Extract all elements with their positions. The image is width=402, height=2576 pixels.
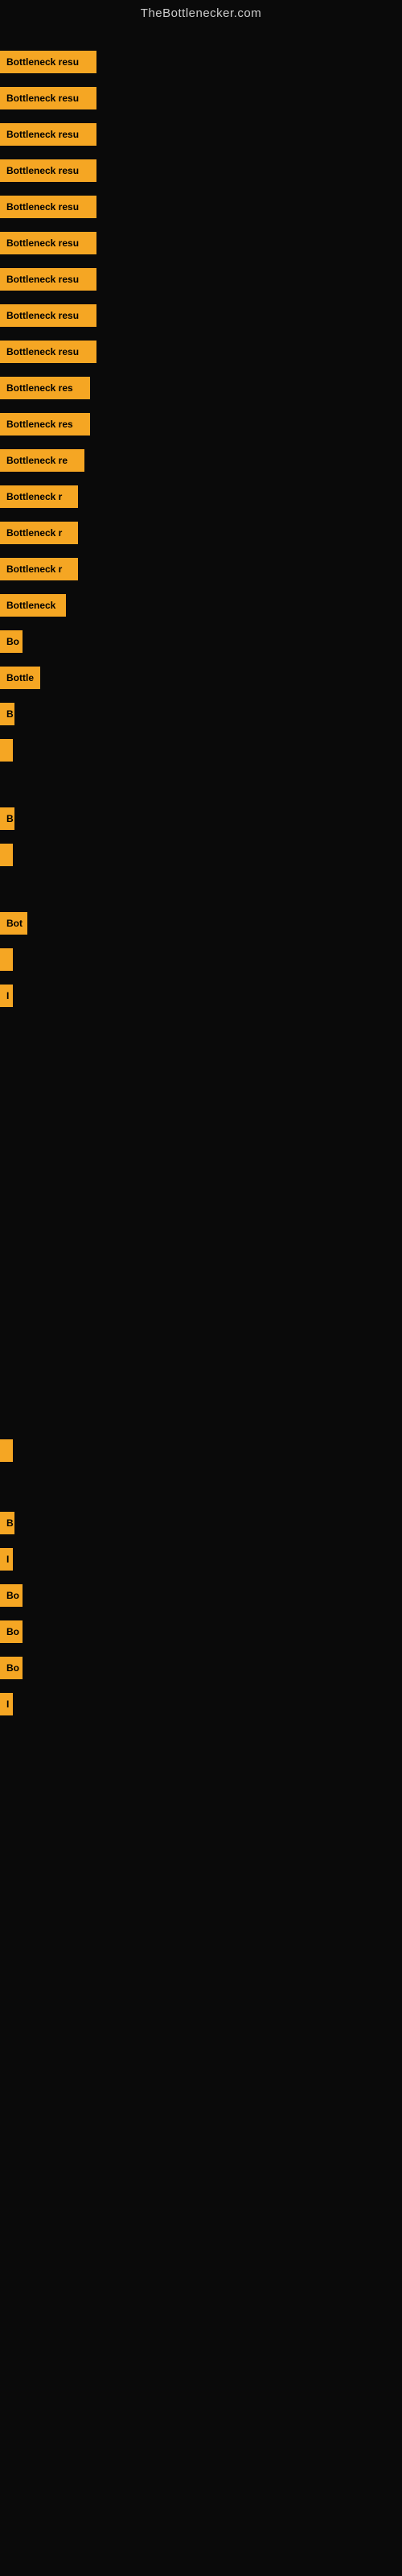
bottleneck-result-button[interactable]: Bottleneck resu: [0, 196, 96, 218]
bottleneck-result-button[interactable]: Bottleneck resu: [0, 304, 96, 327]
bottleneck-result-button[interactable]: [0, 844, 13, 866]
list-item: [0, 1439, 8, 1470]
bottleneck-result-button[interactable]: Bottleneck resu: [0, 51, 96, 73]
bottleneck-result-button[interactable]: Bottleneck re: [0, 449, 84, 472]
bottleneck-result-button[interactable]: [0, 739, 13, 762]
bottleneck-result-button[interactable]: I: [0, 1693, 13, 1715]
bottleneck-result-button[interactable]: Bottleneck r: [0, 522, 78, 544]
bottleneck-result-button[interactable]: Bottleneck resu: [0, 232, 96, 254]
bottleneck-result-button[interactable]: Bo: [0, 1620, 23, 1643]
list-item: Bottleneck resu: [0, 123, 96, 154]
list-item: Bo: [0, 630, 23, 661]
list-item: Bo: [0, 1657, 23, 1687]
list-item: [0, 844, 8, 874]
bottleneck-result-button[interactable]: [0, 948, 13, 971]
bottleneck-result-button[interactable]: I: [0, 985, 13, 1007]
list-item: Bottleneck resu: [0, 232, 96, 262]
list-item: Bottleneck res: [0, 377, 90, 407]
list-item: Bottleneck resu: [0, 268, 96, 299]
bottleneck-result-button[interactable]: Bottleneck resu: [0, 159, 96, 182]
list-item: Bo: [0, 1620, 23, 1651]
list-item: [0, 739, 8, 770]
list-item: B: [0, 703, 14, 733]
bottleneck-result-button[interactable]: Bottleneck res: [0, 377, 90, 399]
bottleneck-result-button[interactable]: B: [0, 703, 14, 725]
list-item: Bottleneck: [0, 594, 66, 625]
bottleneck-result-button[interactable]: [0, 1439, 13, 1462]
bottleneck-result-button[interactable]: Bo: [0, 1584, 23, 1607]
list-item: I: [0, 1548, 11, 1579]
site-title: TheBottlenecker.com: [0, 0, 402, 28]
list-item: Bottleneck re: [0, 449, 84, 480]
list-item: Bottleneck r: [0, 558, 78, 588]
bottleneck-result-button[interactable]: Bot: [0, 912, 27, 935]
bottleneck-result-button[interactable]: B: [0, 807, 14, 830]
bottleneck-result-button[interactable]: Bottleneck: [0, 594, 66, 617]
list-item: Bottleneck resu: [0, 87, 96, 118]
list-item: I: [0, 985, 11, 1015]
list-item: Bot: [0, 912, 27, 943]
bottleneck-result-button[interactable]: Bottle: [0, 667, 40, 689]
list-item: Bottleneck resu: [0, 341, 96, 371]
bottleneck-result-button[interactable]: Bottleneck resu: [0, 123, 96, 146]
list-item: B: [0, 1512, 14, 1542]
bottleneck-result-button[interactable]: Bottleneck r: [0, 485, 78, 508]
list-item: Bottleneck resu: [0, 51, 96, 81]
list-item: Bottleneck r: [0, 522, 78, 552]
list-item: Bottleneck resu: [0, 159, 96, 190]
bottleneck-result-button[interactable]: Bottleneck resu: [0, 268, 96, 291]
bottleneck-result-button[interactable]: Bottleneck res: [0, 413, 90, 436]
bottleneck-result-button[interactable]: Bo: [0, 1657, 23, 1679]
bottleneck-result-button[interactable]: Bo: [0, 630, 23, 653]
list-item: Bottleneck resu: [0, 304, 96, 335]
list-item: Bottleneck r: [0, 485, 78, 516]
bottleneck-result-button[interactable]: Bottleneck resu: [0, 341, 96, 363]
bottleneck-result-button[interactable]: Bottleneck resu: [0, 87, 96, 109]
list-item: Bottleneck res: [0, 413, 90, 444]
list-item: Bo: [0, 1584, 23, 1615]
list-item: [0, 948, 8, 979]
list-item: Bottle: [0, 667, 40, 697]
list-item: B: [0, 807, 14, 838]
list-item: I: [0, 1693, 11, 1724]
list-item: Bottleneck resu: [0, 196, 96, 226]
bottleneck-result-button[interactable]: I: [0, 1548, 13, 1571]
bottleneck-result-button[interactable]: B: [0, 1512, 14, 1534]
bottleneck-result-button[interactable]: Bottleneck r: [0, 558, 78, 580]
